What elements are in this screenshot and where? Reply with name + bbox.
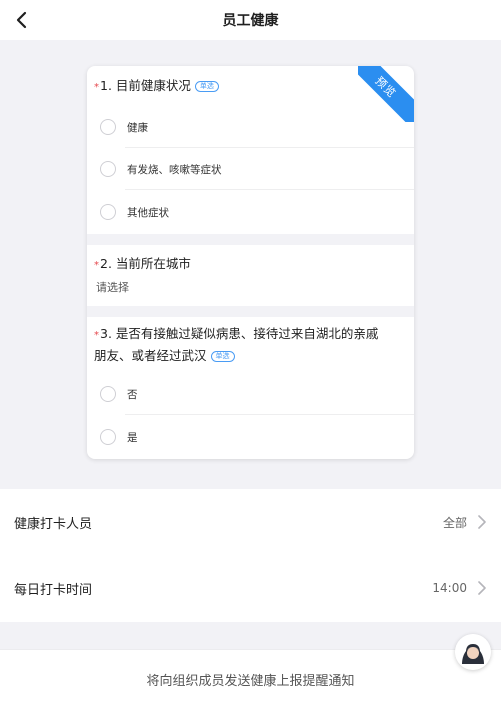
- option-other-symptoms[interactable]: 其他症状: [87, 191, 414, 233]
- required-mark: *: [94, 260, 99, 271]
- option-healthy[interactable]: 健康: [87, 106, 414, 148]
- question-3-text-line1: 3. 是否有接触过疑似病患、接待过来自湖北的亲戚: [100, 326, 379, 341]
- checkin-members-row[interactable]: 健康打卡人员 全部: [0, 489, 501, 555]
- settings-list: 健康打卡人员 全部 每日打卡时间 14:00: [0, 489, 501, 622]
- required-mark: *: [94, 82, 99, 93]
- section-divider: [87, 234, 414, 245]
- chevron-left-icon: [16, 11, 27, 29]
- option-label: 健康: [127, 121, 148, 134]
- option-fever-cough[interactable]: 有发烧、咳嗽等症状: [87, 148, 414, 190]
- avatar-icon: [455, 634, 491, 670]
- chevron-right-icon: [478, 515, 486, 529]
- checkin-members-label: 健康打卡人员: [14, 516, 93, 532]
- radio-button[interactable]: [100, 429, 116, 445]
- page-title: 员工健康: [222, 13, 279, 29]
- required-mark: *: [94, 330, 99, 341]
- single-choice-tag: 单选: [210, 351, 235, 362]
- section-divider: [87, 306, 414, 317]
- question-2-text: 2. 当前所在城市: [100, 256, 191, 271]
- option-label: 其他症状: [127, 206, 169, 219]
- nav-header: 员工健康: [0, 0, 501, 40]
- notice-text: 将向组织成员发送健康上报提醒通知: [146, 673, 355, 689]
- option-label: 有发烧、咳嗽等症状: [127, 163, 222, 176]
- question-1-title: *1. 目前健康状况 单选: [94, 76, 404, 98]
- option-no[interactable]: 否: [87, 373, 414, 415]
- question-1-text: 1. 目前健康状况: [100, 78, 191, 93]
- question-3-title: *3. 是否有接触过疑似病患、接待过来自湖北的亲戚 朋友、或者经过武汉 单选: [94, 324, 404, 366]
- form-preview-card: 预览 *1. 目前健康状况 单选 健康 有发烧、咳嗽等症状 其他症状 *2. 当前…: [87, 66, 414, 459]
- radio-button[interactable]: [100, 161, 116, 177]
- radio-button[interactable]: [100, 119, 116, 135]
- option-label: 否: [127, 388, 138, 401]
- floating-avatar-button[interactable]: [455, 634, 491, 670]
- option-label: 是: [127, 431, 138, 444]
- checkin-members-value: 全部: [442, 515, 467, 530]
- checkin-time-label: 每日打卡时间: [14, 582, 93, 598]
- page: 员工健康 预览 *1. 目前健康状况单选 健康 有发烧、咳嗽等症状 其他症状: [0, 0, 501, 708]
- radio-button[interactable]: [100, 386, 116, 402]
- question-2-title: *2. 当前所在城市: [94, 254, 404, 276]
- radio-button[interactable]: [100, 204, 116, 220]
- checkin-time-value: 14:00: [432, 581, 467, 595]
- chevron-right-icon: [478, 581, 486, 595]
- back-button[interactable]: [8, 6, 36, 34]
- single-choice-tag: 单选: [194, 81, 219, 92]
- checkin-time-row[interactable]: 每日打卡时间 14:00: [0, 555, 501, 621]
- question-3-text-line2: 朋友、或者经过武汉: [94, 348, 207, 363]
- option-yes[interactable]: 是: [87, 416, 414, 458]
- city-select-placeholder[interactable]: 请选择: [96, 279, 129, 295]
- bottom-notice-bar: 将向组织成员发送健康上报提醒通知: [0, 649, 501, 708]
